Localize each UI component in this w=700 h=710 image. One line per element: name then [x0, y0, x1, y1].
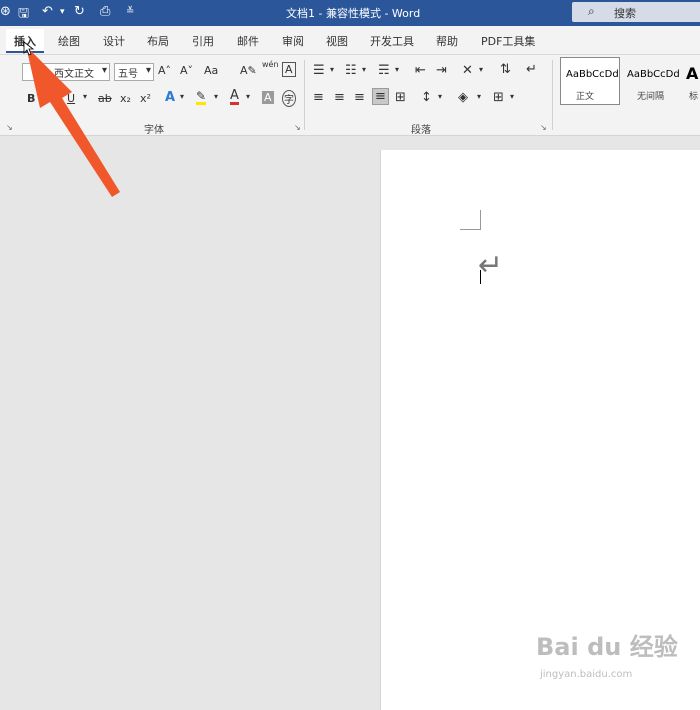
annotation-arrow: [23, 41, 120, 197]
arrow-shape: [26, 46, 120, 197]
